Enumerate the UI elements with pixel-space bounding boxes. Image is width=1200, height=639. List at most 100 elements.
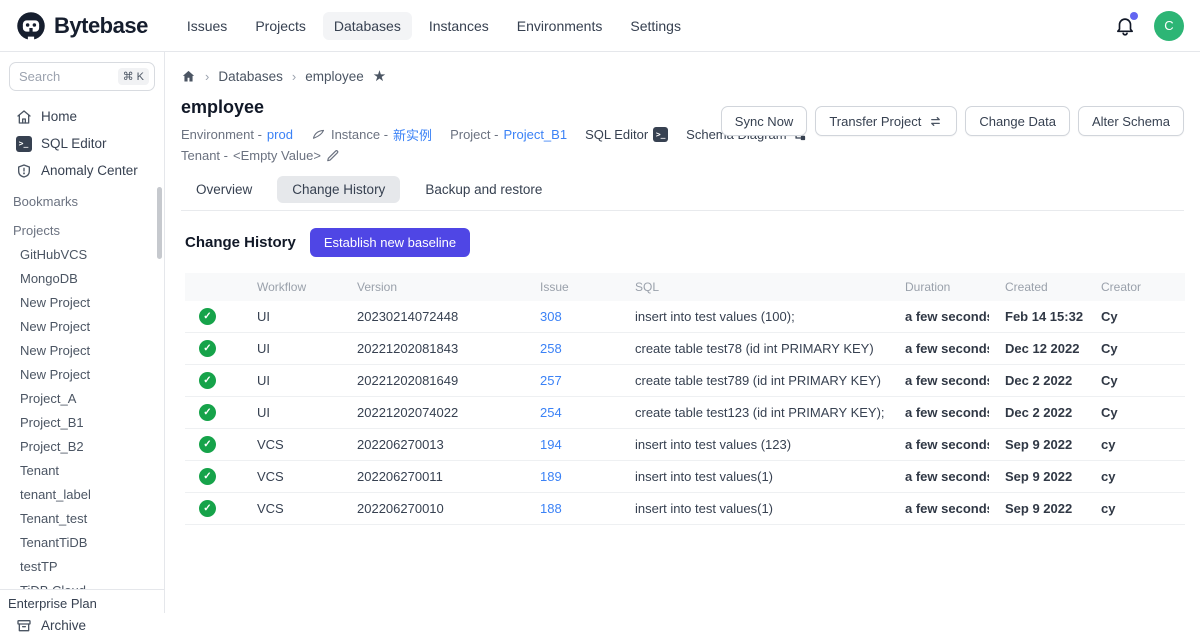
issue-link[interactable]: 254 [540, 405, 562, 420]
favorite-star-icon[interactable]: ★ [373, 69, 386, 84]
notification-dot [1130, 12, 1138, 20]
nav-item-instances[interactable]: Instances [418, 12, 500, 40]
success-check-icon: ✓ [199, 500, 216, 517]
top-navbar: Bytebase IssuesProjectsDatabasesInstance… [0, 0, 1200, 52]
created-cell: Feb 14 15:32 [989, 301, 1085, 333]
sidebar-project-item[interactable]: TenantTiDB [0, 530, 164, 554]
column-workflow: Workflow [241, 273, 341, 301]
button-label: Transfer Project [829, 114, 921, 129]
status-cell: ✓ [185, 429, 241, 461]
tab-change-history[interactable]: Change History [277, 176, 400, 203]
user-avatar[interactable]: C [1154, 11, 1184, 41]
duration-cell: a few seconds [889, 365, 989, 397]
instance-engine-icon [311, 127, 326, 142]
tenant-value: <Empty Value> [233, 148, 321, 163]
workflow-cell: VCS [241, 429, 341, 461]
success-check-icon: ✓ [199, 372, 216, 389]
alter-schema-button[interactable]: Alter Schema [1078, 106, 1184, 136]
column-status [185, 273, 241, 301]
workflow-cell: UI [241, 333, 341, 365]
sidebar-project-item[interactable]: Project_B2 [0, 434, 164, 458]
search-input[interactable]: Search ⌘ K [9, 62, 155, 91]
issue-cell: 254 [524, 397, 619, 429]
change-data-button[interactable]: Change Data [965, 106, 1070, 136]
button-label: Sync Now [735, 114, 794, 129]
sidebar-project-item[interactable]: testTP [0, 554, 164, 578]
environment-link[interactable]: prod [267, 127, 293, 142]
instance-link[interactable]: 新实例 [393, 125, 432, 144]
status-cell: ✓ [185, 493, 241, 525]
sql-cell: create table test123 (id int PRIMARY KEY… [619, 397, 889, 429]
issue-link[interactable]: 308 [540, 309, 562, 324]
version-cell: 202206270010 [341, 493, 524, 525]
sidebar-item-label: Archive [41, 618, 86, 633]
workflow-cell: VCS [241, 461, 341, 493]
sidebar-item-label: Home [41, 109, 77, 124]
column-created: Created [989, 273, 1085, 301]
breadcrumb-home-icon[interactable] [181, 69, 196, 84]
sync-now-button[interactable]: Sync Now [721, 106, 808, 136]
duration-cell: a few seconds [889, 333, 989, 365]
workflow-cell: UI [241, 365, 341, 397]
creator-cell: Cy [1085, 301, 1185, 333]
issue-cell: 257 [524, 365, 619, 397]
issue-link[interactable]: 188 [540, 501, 562, 516]
breadcrumb-item-employee[interactable]: employee [305, 69, 364, 84]
sidebar-item-home[interactable]: Home [0, 103, 164, 130]
sidebar-project-item[interactable]: New Project [0, 338, 164, 362]
notification-bell-button[interactable] [1114, 15, 1136, 37]
sql-cell: insert into test values(1) [619, 461, 889, 493]
transfer-project-button[interactable]: Transfer Project [815, 106, 957, 136]
column-sql: SQL [619, 273, 889, 301]
history-row: ✓VCS202206270011189insert into test valu… [185, 461, 1185, 493]
issue-link[interactable]: 194 [540, 437, 562, 452]
version-cell: 20221202081649 [341, 365, 524, 397]
sidebar-project-item[interactable]: GitHubVCS [0, 242, 164, 266]
project-link[interactable]: Project_B1 [503, 127, 567, 142]
sidebar-project-item[interactable]: New Project [0, 314, 164, 338]
creator-cell: Cy [1085, 333, 1185, 365]
success-check-icon: ✓ [199, 340, 216, 357]
history-row: ✓UI20230214072448308insert into test val… [185, 301, 1185, 333]
brand-logo[interactable]: Bytebase [16, 11, 148, 41]
tab-backup-and-restore[interactable]: Backup and restore [410, 176, 557, 203]
issue-link[interactable]: 258 [540, 341, 562, 356]
issue-link[interactable]: 189 [540, 469, 562, 484]
sidebar-project-item[interactable]: tenant_label [0, 482, 164, 506]
nav-item-environments[interactable]: Environments [506, 12, 614, 40]
edit-pencil-icon[interactable] [326, 149, 340, 163]
sidebar-project-item[interactable]: Tenant_test [0, 506, 164, 530]
nav-item-settings[interactable]: Settings [619, 12, 692, 40]
nav-item-issues[interactable]: Issues [176, 12, 238, 40]
sidebar-scrollbar[interactable] [157, 187, 162, 259]
duration-cell: a few seconds [889, 461, 989, 493]
sidebar-project-item[interactable]: New Project [0, 362, 164, 386]
brand-name: Bytebase [54, 13, 148, 39]
sidebar-projects-list: GitHubVCSMongoDBNew ProjectNew ProjectNe… [0, 242, 164, 602]
tab-overview[interactable]: Overview [181, 176, 267, 203]
nav-item-projects[interactable]: Projects [244, 12, 317, 40]
history-row: ✓VCS202206270010188insert into test valu… [185, 493, 1185, 525]
sidebar-project-item[interactable]: MongoDB [0, 266, 164, 290]
sidebar-project-item[interactable]: Project_B1 [0, 410, 164, 434]
sidebar-item-sql-editor[interactable]: >_ SQL Editor [0, 130, 164, 157]
breadcrumb-item-databases[interactable]: Databases [218, 69, 283, 84]
status-cell: ✓ [185, 333, 241, 365]
status-cell: ✓ [185, 397, 241, 429]
sidebar-section-bookmarks: Bookmarks [0, 184, 164, 213]
sidebar-project-item[interactable]: Tenant [0, 458, 164, 482]
sidebar-item-anomaly-center[interactable]: Anomaly Center [0, 157, 164, 184]
sql-editor-link-label[interactable]: SQL Editor [585, 127, 648, 142]
nav-item-databases[interactable]: Databases [323, 12, 412, 40]
sidebar-project-item[interactable]: Project_A [0, 386, 164, 410]
sql-cell: insert into test values (123) [619, 429, 889, 461]
button-label: Alter Schema [1092, 114, 1170, 129]
issue-link[interactable]: 257 [540, 373, 562, 388]
duration-cell: a few seconds [889, 429, 989, 461]
establish-baseline-button[interactable]: Establish new baseline [310, 228, 470, 257]
issue-cell: 308 [524, 301, 619, 333]
version-cell: 202206270011 [341, 461, 524, 493]
sidebar-project-item[interactable]: New Project [0, 290, 164, 314]
workflow-cell: VCS [241, 493, 341, 525]
sidebar-item-archive[interactable]: Archive [0, 612, 164, 639]
